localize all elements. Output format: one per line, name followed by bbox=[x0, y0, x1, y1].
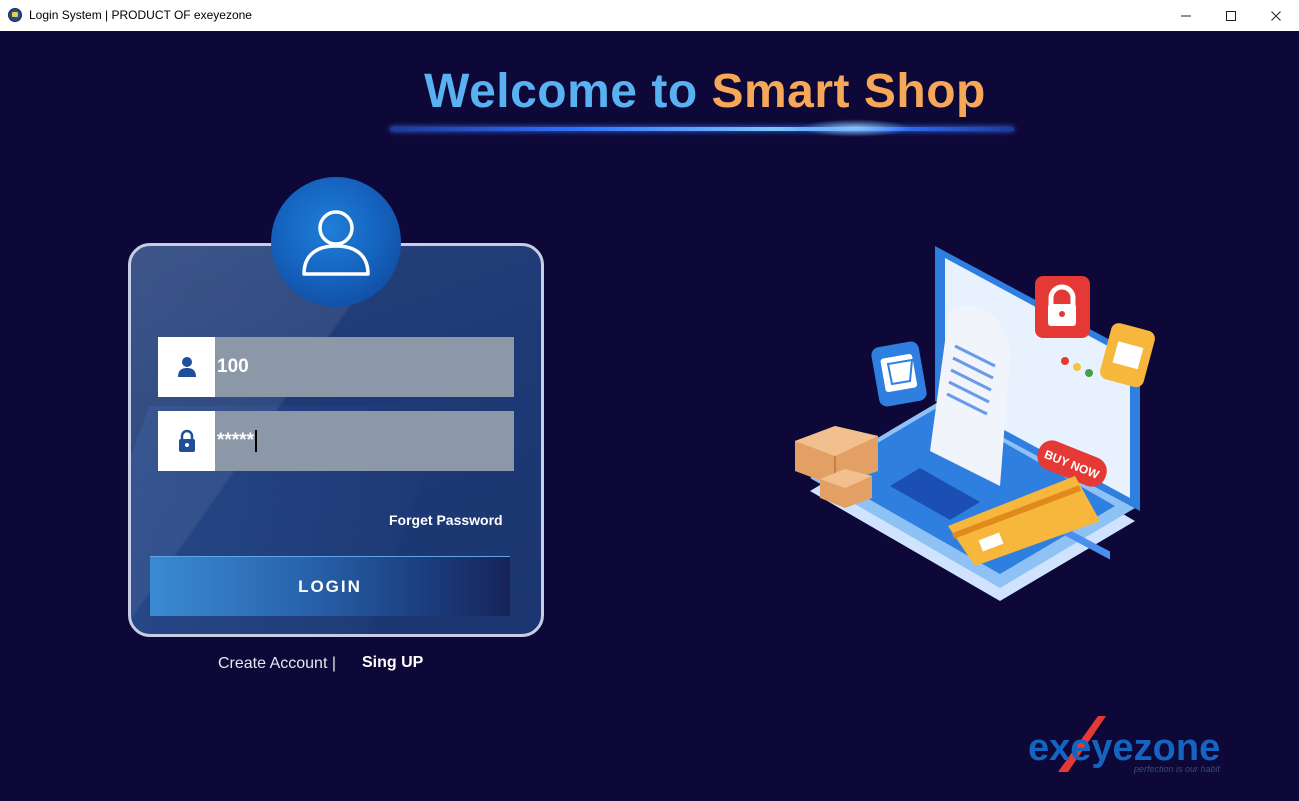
maximize-icon bbox=[1226, 10, 1236, 21]
title-app-name: Smart Shop bbox=[711, 65, 986, 118]
shopping-illustration: BUY NOW bbox=[795, 246, 1155, 601]
login-button[interactable]: LOGIN bbox=[150, 556, 510, 616]
username-field[interactable]: 100 bbox=[158, 337, 514, 397]
user-icon bbox=[177, 357, 196, 377]
cart-badge-icon bbox=[871, 341, 927, 407]
title-underline-glow bbox=[800, 119, 910, 137]
username-icon-box bbox=[158, 337, 215, 397]
username-input[interactable]: 100 bbox=[215, 337, 514, 397]
brand-logo-tagline: perfection is our habit bbox=[1133, 764, 1221, 774]
window-titlebar: Login System | PRODUCT OF exeyezone bbox=[0, 0, 1299, 32]
close-button[interactable] bbox=[1253, 0, 1299, 31]
close-icon bbox=[1271, 10, 1281, 21]
app-icon bbox=[8, 8, 22, 22]
minimize-icon bbox=[1181, 15, 1191, 16]
create-account-label: Create Account | bbox=[218, 655, 336, 672]
page-title: Welcome to Smart Shop bbox=[0, 64, 1299, 119]
sign-up-link[interactable]: Sing UP bbox=[362, 654, 423, 672]
avatar bbox=[271, 177, 401, 307]
brand-logo: exeyezone perfection is our habit bbox=[1028, 716, 1221, 774]
package-boxes-icon bbox=[795, 426, 878, 508]
password-input[interactable]: ***** bbox=[215, 411, 514, 471]
user-icon bbox=[302, 210, 370, 276]
main-area: Welcome to Smart Shop 100 ***** Forget P… bbox=[0, 31, 1299, 801]
text-caret bbox=[254, 430, 257, 452]
password-icon-box bbox=[158, 411, 215, 471]
basket-badge-icon bbox=[1100, 323, 1155, 388]
brand-logo-name: exeyezone bbox=[1028, 727, 1220, 769]
lock-badge-icon bbox=[1035, 276, 1090, 338]
minimize-button[interactable] bbox=[1163, 0, 1209, 31]
forget-password-link[interactable]: Forget Password bbox=[389, 512, 503, 528]
lock-icon bbox=[178, 429, 195, 452]
title-underline bbox=[390, 127, 1014, 131]
password-value: ***** bbox=[217, 430, 254, 451]
maximize-button[interactable] bbox=[1208, 0, 1254, 31]
window-title: Login System | PRODUCT OF exeyezone bbox=[29, 8, 252, 22]
title-welcome: Welcome to bbox=[424, 65, 698, 118]
password-field[interactable]: ***** bbox=[158, 411, 514, 471]
